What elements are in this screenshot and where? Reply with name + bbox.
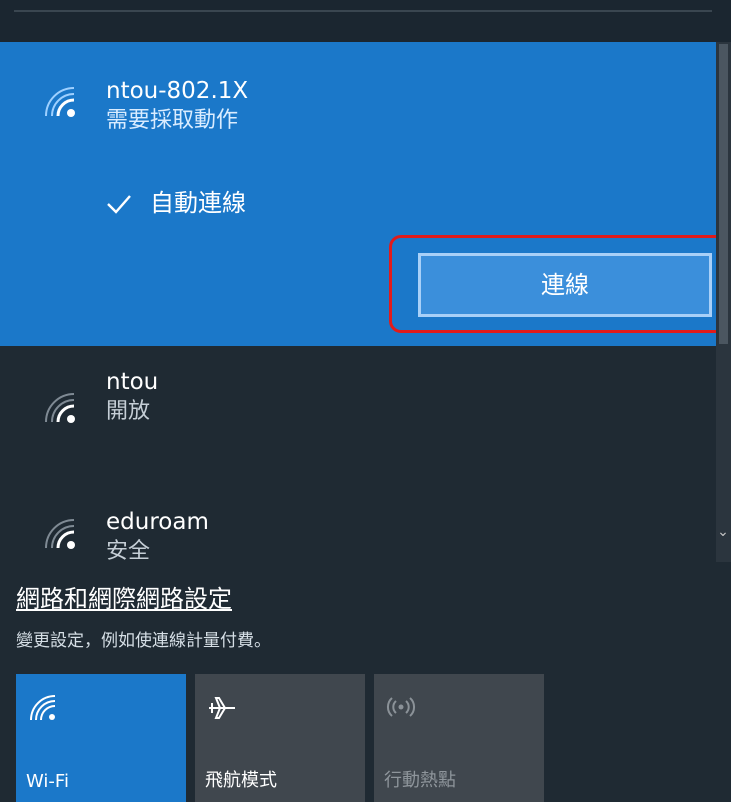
mobile-hotspot-tile: 行動熱點: [374, 674, 544, 802]
top-bar: [0, 0, 731, 42]
hotspot-icon: [384, 691, 418, 725]
wifi-icon: [26, 691, 60, 725]
status-label: 開放: [106, 399, 151, 424]
network-item-ntou-8021x[interactable]: ntou-802.1X 需要採取動作 自動連線 連線: [0, 42, 716, 346]
tile-label: 飛航模式: [205, 770, 277, 791]
quick-action-tiles: Wi-Fi 飛航模式 行動熱點: [16, 674, 544, 802]
wifi-signal-icon: [40, 514, 80, 554]
ssid-label: ntou-802.1X: [106, 78, 249, 104]
auto-connect-checkbox[interactable]: 自動連線: [106, 183, 246, 223]
status-label: 安全: [106, 539, 151, 562]
ssid-label: ntou: [106, 369, 159, 395]
network-settings: 網路和網際網路設定 變更設定，例如使連線計量付費。: [16, 582, 476, 651]
network-item-ntou[interactable]: ntou 開放: [0, 346, 716, 456]
tile-label: Wi-Fi: [26, 771, 69, 792]
ssid-label: eduroam: [106, 509, 209, 535]
network-settings-description: 變更設定，例如使連線計量付費。: [16, 631, 271, 651]
network-item-eduroam[interactable]: eduroam 安全: [0, 456, 716, 562]
wifi-signal-icon: [40, 82, 80, 122]
connect-highlight: 連線: [389, 235, 716, 333]
connect-button[interactable]: 連線: [418, 253, 712, 317]
network-list[interactable]: ntou-802.1X 需要採取動作 自動連線 連線 ntou 開放 eduro…: [0, 42, 716, 562]
wifi-signal-icon: [40, 388, 80, 428]
tile-label: 行動熱點: [384, 770, 456, 791]
checkmark-icon: [106, 190, 132, 216]
auto-connect-label: 自動連線: [150, 189, 246, 217]
network-settings-link[interactable]: 網路和網際網路設定: [16, 582, 476, 616]
airplane-mode-tile[interactable]: 飛航模式: [195, 674, 365, 802]
top-divider: [14, 10, 712, 12]
status-label: 需要採取動作: [106, 108, 239, 133]
scrollbar-thumb[interactable]: [719, 44, 728, 344]
wifi-tile[interactable]: Wi-Fi: [16, 674, 186, 802]
chevron-down-icon[interactable]: ⌄: [717, 525, 729, 539]
airplane-icon: [205, 691, 239, 725]
